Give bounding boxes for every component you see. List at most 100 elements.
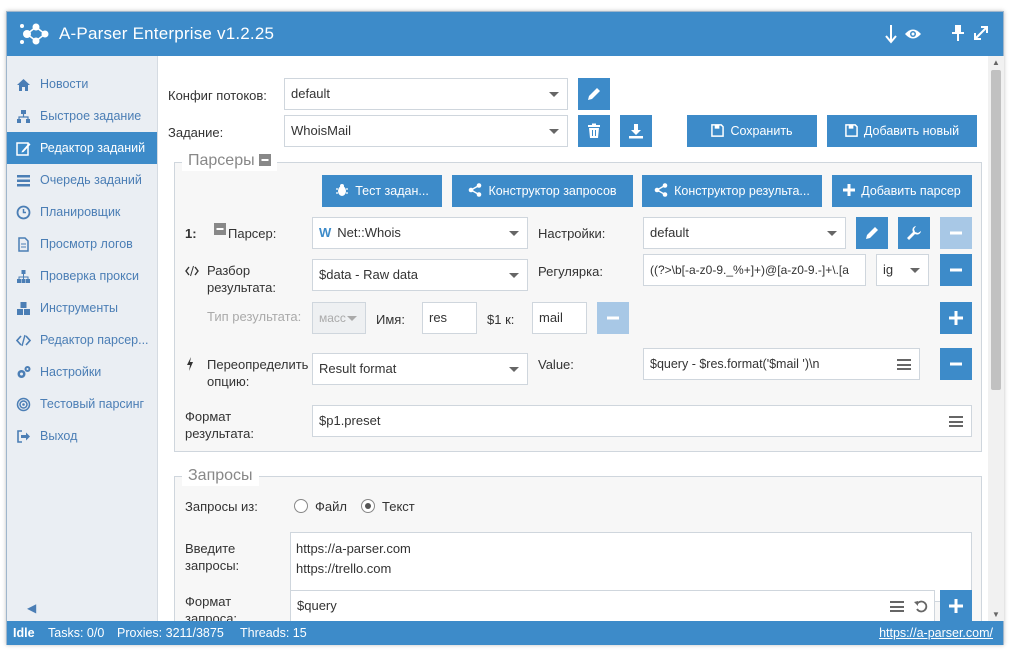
- delete-task-button[interactable]: [578, 115, 610, 147]
- add-query-format-button[interactable]: [940, 590, 972, 621]
- override-option-select[interactable]: Result format: [312, 353, 528, 385]
- save-button[interactable]: Сохранить: [687, 115, 817, 147]
- add-new-button[interactable]: Добавить новый: [827, 115, 977, 147]
- title-bar: A-Parser Enterprise v1.2.25: [7, 12, 1003, 56]
- cubes-icon: [17, 302, 30, 315]
- override-option-label: Переопределить опцию:: [207, 357, 309, 389]
- add-result-button[interactable]: [940, 302, 972, 334]
- parsers-legend: Парсеры: [182, 151, 278, 171]
- task-label: Задание:: [168, 125, 224, 140]
- download-task-button[interactable]: [620, 115, 652, 147]
- sidebar-item-logs[interactable]: Просмотр логов: [7, 228, 157, 260]
- remove-regex-button[interactable]: [940, 254, 972, 286]
- result-type-label: Тип результата:: [207, 309, 302, 324]
- override-option-value: Result format: [319, 361, 397, 376]
- undo-icon[interactable]: [914, 599, 928, 613]
- query-builder-button[interactable]: Конструктор запросов: [452, 175, 633, 207]
- pin-icon[interactable]: [951, 24, 965, 45]
- queries-from-label: Запросы из:: [185, 499, 258, 514]
- chevron-down-icon: [549, 92, 559, 97]
- menu-lines-icon[interactable]: [897, 359, 911, 370]
- menu-lines-icon[interactable]: [890, 601, 904, 612]
- remove-parser-button[interactable]: [940, 217, 972, 249]
- result-builder-button-label: Конструктор результа...: [674, 184, 810, 198]
- sidebar-item-quick-task[interactable]: Быстрое задание: [7, 100, 157, 132]
- parsers-legend-text: Парсеры: [188, 152, 255, 169]
- chevron-down-icon: [827, 231, 837, 236]
- result-type-select[interactable]: масс: [312, 302, 366, 334]
- test-task-button[interactable]: Тест задан...: [322, 175, 442, 207]
- code-icon: [185, 265, 199, 277]
- sidebar-item-settings[interactable]: Настройки: [7, 356, 157, 388]
- pencil-icon: [866, 227, 878, 239]
- minus-icon: [950, 268, 962, 272]
- parser-settings-select[interactable]: default: [643, 217, 846, 249]
- name-input[interactable]: res: [422, 302, 477, 334]
- sidebar-item-label: Выход: [40, 429, 78, 443]
- plus-icon: [843, 184, 856, 197]
- remove-result-button[interactable]: [597, 302, 629, 334]
- sidebar-item-scheduler[interactable]: Планировщик: [7, 196, 157, 228]
- threads-config-select[interactable]: default: [284, 78, 568, 110]
- scroll-up-icon[interactable]: ▲: [992, 58, 1000, 67]
- query-line: https://trello.com: [296, 561, 392, 576]
- add-parser-button-label: Добавить парсер: [861, 184, 961, 198]
- result-format-input[interactable]: $p1.preset: [312, 405, 972, 437]
- status-state: Idle: [13, 626, 35, 640]
- chevron-down-icon: [549, 129, 559, 134]
- remove-parser-minus-icon[interactable]: [214, 223, 226, 235]
- chevron-down-icon: [509, 231, 519, 236]
- sidebar-item-label: Инструменты: [40, 301, 118, 315]
- sidebar-item-label: Очередь заданий: [40, 173, 142, 187]
- override-value-input[interactable]: $query - $res.format('$mail ')\n: [643, 348, 920, 380]
- sidebar-item-news[interactable]: Новости: [7, 68, 157, 100]
- sidebar-item-task-queue[interactable]: Очередь заданий: [7, 164, 157, 196]
- chevron-down-icon: [509, 273, 519, 278]
- sidebar-item-test-parsing[interactable]: Тестовый парсинг: [7, 388, 157, 420]
- menu-lines-icon[interactable]: [949, 416, 963, 427]
- status-threads: Threads: 15: [240, 626, 307, 640]
- collapse-minus-icon[interactable]: [259, 154, 272, 166]
- result-type-value: масс: [319, 311, 346, 325]
- expand-icon[interactable]: [973, 25, 989, 44]
- chevron-down-icon: [509, 367, 519, 372]
- content-scrollbar[interactable]: ▲ ▼: [988, 56, 1004, 621]
- scroll-down-icon[interactable]: ▼: [992, 610, 1000, 619]
- sidebar-item-exit[interactable]: Выход: [7, 420, 157, 452]
- query-format-input[interactable]: $query: [290, 590, 935, 621]
- wrench-icon: [907, 226, 921, 240]
- parse-result-label: Разбор результата:: [207, 263, 276, 295]
- result-builder-button[interactable]: Конструктор результа...: [642, 175, 822, 207]
- sidebar-item-parser-editor[interactable]: Редактор парсер...: [7, 324, 157, 356]
- group-input[interactable]: mail: [532, 302, 587, 334]
- home-icon: [17, 79, 30, 91]
- regex-input[interactable]: ((?>\b[-a-z0-9._%+]+)@[a-z0-9.-]+\.[a: [643, 254, 866, 286]
- edit-settings-button[interactable]: [856, 217, 888, 249]
- parser-options-button[interactable]: [898, 217, 930, 249]
- remove-override-button[interactable]: [940, 348, 972, 380]
- status-tasks: Tasks: 0/0: [48, 626, 105, 640]
- status-proxies: Proxies: 3211/3875: [117, 626, 224, 640]
- parser-select[interactable]: W Net::Whois: [312, 217, 528, 249]
- collapse-sidebar-icon[interactable]: ◀: [27, 601, 36, 615]
- threads-config-value: default: [291, 86, 331, 101]
- download-icon: [629, 124, 643, 139]
- query-builder-button-label: Конструктор запросов: [488, 184, 617, 198]
- sidebar-item-task-editor[interactable]: Редактор заданий: [7, 132, 157, 164]
- status-website-link[interactable]: https://a-parser.com/: [879, 621, 993, 645]
- sidebar-item-tools[interactable]: Инструменты: [7, 292, 157, 324]
- app-window: A-Parser Enterprise v1.2.25 Новости Быст…: [6, 11, 1004, 645]
- edit-threads-config-button[interactable]: [578, 78, 610, 110]
- parse-result-select[interactable]: $data - Raw data: [312, 259, 528, 291]
- scrollbar-thumb[interactable]: [991, 70, 1001, 390]
- task-select[interactable]: WhoisMail: [284, 115, 568, 147]
- radio-text[interactable]: [361, 499, 375, 513]
- regex-flags-select[interactable]: ig: [876, 254, 929, 286]
- add-parser-button[interactable]: Добавить парсер: [832, 175, 972, 207]
- group-label: $1 к:: [487, 312, 515, 327]
- download-arrow-icon[interactable]: [885, 24, 897, 47]
- minus-icon: [950, 231, 962, 235]
- radio-file[interactable]: [294, 499, 308, 513]
- eye-icon[interactable]: [904, 27, 922, 44]
- sidebar-item-proxy-check[interactable]: Проверка прокси: [7, 260, 157, 292]
